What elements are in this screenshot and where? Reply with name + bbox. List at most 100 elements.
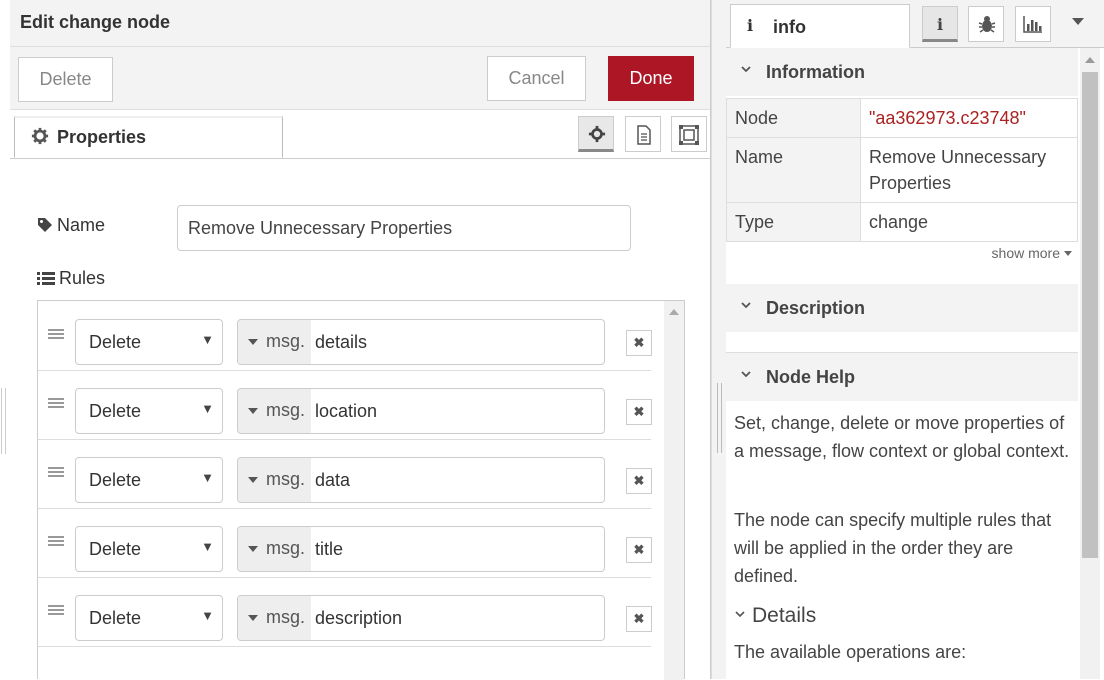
- close-icon: ✖: [633, 335, 645, 350]
- tag-icon: [38, 218, 52, 232]
- scroll-up-arrow-icon[interactable]: [1085, 57, 1095, 63]
- tab-info-label: info: [773, 17, 806, 37]
- gear-icon: [588, 125, 606, 143]
- scroll-up-arrow-icon[interactable]: [669, 309, 679, 315]
- info-tab-button[interactable]: i: [922, 6, 958, 42]
- remove-rule-button[interactable]: ✖: [626, 537, 652, 563]
- sidebar-splitter[interactable]: [711, 0, 727, 679]
- rule-action-select[interactable]: Delete ▼: [75, 319, 223, 365]
- information-section-header[interactable]: Information: [726, 48, 1078, 96]
- caret-down-icon: [248, 477, 258, 483]
- gear-icon: [31, 127, 49, 145]
- done-button[interactable]: Done: [608, 56, 694, 101]
- chevron-down-icon: [735, 611, 745, 618]
- rules-label: Rules: [59, 268, 106, 288]
- remove-rule-button[interactable]: ✖: [626, 399, 652, 425]
- rule-action-select[interactable]: Delete ▼: [75, 457, 223, 503]
- remove-rule-button[interactable]: ✖: [626, 330, 652, 356]
- cancel-button[interactable]: Cancel: [487, 56, 586, 101]
- remove-rule-button[interactable]: ✖: [626, 468, 652, 494]
- details-header[interactable]: Details: [734, 604, 816, 628]
- rule-action-select[interactable]: Delete ▼: [75, 388, 223, 434]
- type-prefix-label: msg.: [266, 538, 306, 558]
- type-selector[interactable]: msg.: [238, 320, 311, 364]
- rules-scrollbar[interactable]: [664, 301, 684, 680]
- node-appearance-icon: [679, 125, 699, 145]
- edit-tray: Edit change node Delete Cancel Done Prop…: [10, 0, 711, 680]
- type-selector[interactable]: msg.: [238, 389, 311, 433]
- rule-action-select[interactable]: Delete ▼: [75, 526, 223, 572]
- rule-property-input[interactable]: msg. location: [237, 388, 605, 434]
- splitter-grip[interactable]: [717, 383, 722, 453]
- sidebar-tabs: i info i: [726, 0, 1104, 48]
- drag-handle-icon[interactable]: [48, 467, 64, 479]
- list-icon: [37, 272, 55, 285]
- rule-action-value: Delete: [89, 332, 142, 352]
- tray-header: Edit change node: [10, 0, 710, 47]
- caret-down-icon: [1064, 251, 1072, 256]
- help-paragraph: Set, change, delete or move properties o…: [734, 413, 1070, 461]
- settings-tab-button[interactable]: [578, 116, 614, 152]
- chevron-down-icon: [741, 66, 751, 73]
- bar-chart-icon: [1023, 16, 1042, 33]
- rule-property-value: title: [315, 539, 344, 559]
- tab-properties-label: Properties: [57, 127, 147, 147]
- tab-info[interactable]: i info: [730, 4, 910, 48]
- info-key: Node: [726, 98, 861, 138]
- remove-rule-button[interactable]: ✖: [626, 606, 652, 632]
- rule-property-value: data: [315, 470, 351, 490]
- info-key: Name: [726, 137, 861, 203]
- name-label: Name: [57, 215, 106, 235]
- type-prefix-label: msg.: [266, 331, 306, 351]
- left-splitter-grip[interactable]: [1, 388, 6, 454]
- delete-button[interactable]: Delete: [18, 57, 113, 102]
- show-more-link[interactable]: show more: [992, 245, 1072, 261]
- svg-text:i: i: [937, 15, 943, 33]
- drag-handle-icon[interactable]: [48, 536, 64, 548]
- dropdown-caret-icon: ▼: [201, 401, 214, 416]
- name-input[interactable]: Remove Unnecessary Properties: [177, 205, 631, 251]
- dropdown-caret-icon: ▼: [201, 539, 214, 554]
- dashboard-tab-button[interactable]: [1015, 6, 1051, 42]
- rule-action-value: Delete: [89, 401, 142, 421]
- rule-property-input[interactable]: msg. data: [237, 457, 605, 503]
- info-value-node-id[interactable]: "aa362973.c23748": [860, 98, 1078, 138]
- bug-icon: [978, 16, 996, 33]
- node-help-section-header[interactable]: Node Help: [726, 352, 1078, 401]
- close-icon: ✖: [633, 473, 645, 488]
- drag-handle-icon[interactable]: [48, 605, 64, 617]
- rule-row: Delete ▼ msg. description ✖: [38, 577, 652, 647]
- caret-down-icon: [248, 615, 258, 621]
- info-table: Node "aa362973.c23748" Name Remove Unnec…: [726, 98, 1078, 242]
- sidebar-scrollbar[interactable]: [1080, 48, 1100, 679]
- help-paragraph: The available operations are:: [734, 642, 967, 662]
- sidebar: i info i Information Node "aa362973.c237…: [726, 0, 1104, 679]
- rule-property-input[interactable]: msg. details: [237, 319, 605, 365]
- caret-down-icon: [248, 339, 258, 345]
- rule-action-select[interactable]: Delete ▼: [75, 595, 223, 641]
- debug-tab-button[interactable]: [968, 6, 1004, 42]
- drag-handle-icon[interactable]: [48, 398, 64, 410]
- rules-label-row: Rules: [37, 268, 105, 289]
- type-selector[interactable]: msg.: [238, 527, 311, 571]
- type-selector[interactable]: msg.: [238, 596, 311, 640]
- dropdown-caret-icon: ▼: [201, 470, 214, 485]
- description-title: Description: [766, 298, 866, 318]
- appearance-tab-button[interactable]: [671, 116, 707, 152]
- sidebar-menu-caret-icon[interactable]: [1072, 18, 1084, 25]
- tab-bar: Properties: [10, 110, 710, 159]
- tab-properties[interactable]: Properties: [14, 116, 283, 158]
- description-tab-button[interactable]: [625, 116, 661, 152]
- scrollbar-thumb[interactable]: [1082, 72, 1098, 558]
- rule-property-input[interactable]: msg. description: [237, 595, 605, 641]
- drag-handle-icon[interactable]: [48, 329, 64, 341]
- node-help-title: Node Help: [766, 367, 856, 387]
- show-more-label: show more: [991, 245, 1060, 261]
- caret-down-icon: [248, 408, 258, 414]
- rule-row: Delete ▼ msg. data ✖: [38, 439, 652, 509]
- rule-property-input[interactable]: msg. title: [237, 526, 605, 572]
- description-section-header[interactable]: Description: [726, 284, 1078, 332]
- rule-action-value: Delete: [89, 470, 142, 490]
- type-prefix-label: msg.: [266, 607, 306, 627]
- type-selector[interactable]: msg.: [238, 458, 311, 502]
